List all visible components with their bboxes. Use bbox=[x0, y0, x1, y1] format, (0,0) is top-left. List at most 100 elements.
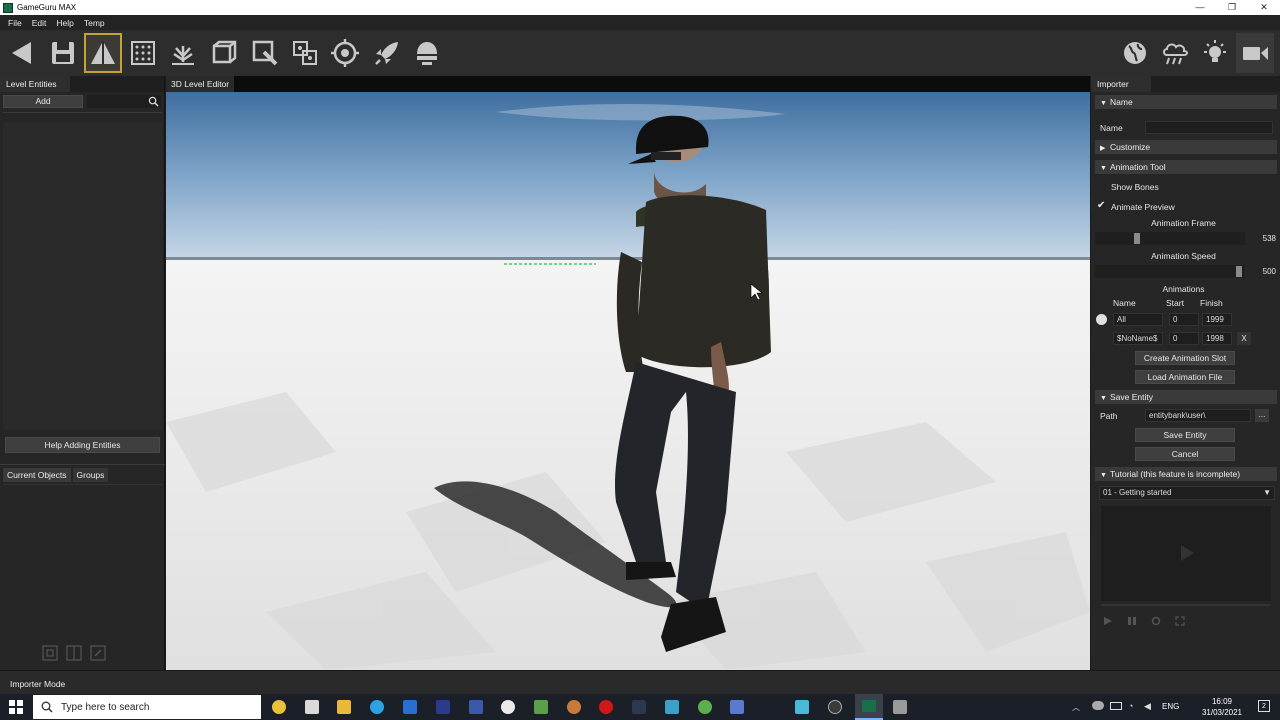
animate-preview-checkbox[interactable]: ✔ bbox=[1097, 200, 1109, 212]
section-save-entity-header[interactable]: ▼ Save Entity bbox=[1095, 390, 1277, 404]
app-gray-icon[interactable] bbox=[893, 700, 907, 714]
file-explorer-icon[interactable] bbox=[337, 700, 351, 714]
path-input[interactable]: entitybank\user\ bbox=[1145, 409, 1251, 422]
battery-icon[interactable] bbox=[1110, 702, 1122, 710]
section-name-header[interactable]: ▼ Name bbox=[1095, 95, 1277, 109]
edit-group-icon[interactable] bbox=[88, 643, 108, 663]
ungroup-icon[interactable] bbox=[64, 643, 84, 663]
obs-icon[interactable] bbox=[828, 700, 842, 714]
taskbar-search[interactable]: Type here to search bbox=[33, 695, 261, 719]
group-icon[interactable] bbox=[40, 643, 60, 663]
animation-start-input[interactable]: 0 bbox=[1169, 332, 1199, 345]
app-x2-icon[interactable] bbox=[469, 700, 483, 714]
markers-button[interactable] bbox=[326, 33, 364, 73]
close-button[interactable]: ✕ bbox=[1248, 0, 1280, 15]
blender-icon[interactable] bbox=[567, 700, 581, 714]
volume-icon[interactable]: ◀ bbox=[1144, 701, 1151, 712]
viewport-3d[interactable]: 3D Level Editor bbox=[166, 76, 1090, 670]
chrome-icon[interactable] bbox=[272, 700, 286, 714]
app-green-icon[interactable] bbox=[698, 700, 712, 714]
record-icon[interactable] bbox=[599, 700, 613, 714]
slider-thumb[interactable] bbox=[1236, 266, 1243, 277]
browse-path-button[interactable]: ... bbox=[1255, 409, 1269, 422]
camera-button[interactable] bbox=[1236, 33, 1274, 73]
unreal-icon[interactable] bbox=[501, 700, 515, 714]
animation-name-input[interactable]: $NoName$ bbox=[1113, 332, 1163, 345]
social-vr-button[interactable] bbox=[408, 33, 446, 73]
app-cyan-icon[interactable] bbox=[795, 700, 809, 714]
paint-grid-button[interactable] bbox=[124, 33, 162, 73]
media-player-icon[interactable] bbox=[305, 700, 319, 714]
objects-button[interactable] bbox=[205, 33, 243, 73]
test-game-button[interactable] bbox=[368, 33, 406, 73]
steam-icon[interactable] bbox=[632, 700, 646, 714]
remove-animation-button[interactable]: X bbox=[1237, 332, 1251, 345]
start-button[interactable] bbox=[0, 694, 32, 720]
scene-render[interactable] bbox=[166, 92, 1090, 670]
language-indicator[interactable]: ENG bbox=[1162, 702, 1179, 711]
search-icon[interactable] bbox=[148, 96, 159, 107]
animation-start-input[interactable]: 0 bbox=[1169, 313, 1199, 326]
slider-thumb[interactable] bbox=[1133, 233, 1140, 244]
weather-button[interactable] bbox=[1156, 33, 1194, 73]
cancel-button[interactable]: Cancel bbox=[1135, 447, 1235, 461]
app-doc-icon[interactable] bbox=[730, 700, 744, 714]
help-adding-entities-button[interactable]: Help Adding Entities bbox=[5, 437, 160, 453]
maximize-button[interactable]: ❐ bbox=[1216, 0, 1248, 15]
skype-icon[interactable] bbox=[370, 700, 384, 714]
tab-groups[interactable]: Groups bbox=[72, 468, 109, 482]
chevron-up-icon[interactable]: ︿ bbox=[1072, 702, 1080, 713]
save-level-button[interactable] bbox=[44, 33, 82, 73]
lighting-button[interactable] bbox=[1196, 33, 1234, 73]
animation-frame-label: Animation Frame bbox=[1151, 218, 1216, 228]
menu-help[interactable]: Help bbox=[56, 18, 73, 28]
video-progress-bar[interactable] bbox=[1101, 604, 1271, 606]
section-tutorial-header[interactable]: ▼ Tutorial (this feature is incomplete) bbox=[1095, 467, 1277, 481]
animation-frame-slider[interactable] bbox=[1095, 232, 1245, 245]
fullscreen-icon[interactable] bbox=[1175, 616, 1185, 626]
animation-finish-input[interactable]: 1999 bbox=[1202, 313, 1232, 326]
app-blue-icon[interactable] bbox=[665, 700, 679, 714]
animation-finish-input[interactable]: 1998 bbox=[1202, 332, 1232, 345]
name-input[interactable] bbox=[1145, 121, 1273, 134]
tab-3d-level-editor[interactable]: 3D Level Editor bbox=[166, 76, 235, 92]
entity-list[interactable] bbox=[3, 122, 162, 430]
maps-icon[interactable] bbox=[403, 700, 417, 714]
environment-button[interactable] bbox=[1116, 33, 1154, 73]
section-customize-header[interactable]: ▶ Customize bbox=[1095, 140, 1277, 154]
pause-icon[interactable] bbox=[1127, 616, 1137, 626]
app-x-icon[interactable] bbox=[436, 700, 450, 714]
show-bones-checkbox[interactable] bbox=[1099, 181, 1109, 191]
animation-name-input[interactable]: All bbox=[1113, 313, 1163, 326]
edit-entity-button[interactable] bbox=[246, 33, 284, 73]
radio-button-selected[interactable] bbox=[1096, 314, 1107, 325]
gameguru-taskbar-button[interactable] bbox=[855, 694, 883, 720]
load-animation-file-button[interactable]: Load Animation File bbox=[1135, 370, 1235, 384]
cloud-icon[interactable] bbox=[1092, 701, 1104, 710]
animation-speed-slider[interactable] bbox=[1095, 265, 1245, 278]
back-button[interactable] bbox=[3, 33, 41, 73]
loop-icon[interactable] bbox=[1151, 616, 1161, 626]
create-animation-slot-button[interactable]: Create Animation Slot bbox=[1135, 351, 1235, 365]
notepad-icon[interactable] bbox=[534, 700, 548, 714]
waypoints-button[interactable] bbox=[286, 33, 324, 73]
tab-level-entities[interactable]: Level Entities bbox=[0, 76, 70, 92]
notifications-icon[interactable]: 2 bbox=[1258, 700, 1270, 712]
minimize-button[interactable]: — bbox=[1184, 0, 1216, 15]
tab-importer[interactable]: Importer bbox=[1091, 76, 1151, 92]
tutorial-select[interactable]: 01 - Getting started ▼ bbox=[1099, 486, 1275, 500]
vegetation-button[interactable] bbox=[164, 33, 202, 73]
animations-title: Animations bbox=[1162, 284, 1205, 294]
section-animation-tool-header[interactable]: ▼ Animation Tool bbox=[1095, 160, 1277, 174]
menu-edit[interactable]: Edit bbox=[32, 18, 47, 28]
play-icon[interactable] bbox=[1103, 616, 1113, 626]
add-entity-button[interactable]: Add bbox=[3, 95, 83, 108]
menu-temp[interactable]: Temp bbox=[84, 18, 105, 28]
tab-current-objects[interactable]: Current Objects bbox=[3, 468, 71, 482]
terrain-sculpt-button[interactable] bbox=[84, 33, 122, 73]
network-icon[interactable]: ◔ bbox=[1128, 701, 1133, 711]
tutorial-video[interactable] bbox=[1101, 506, 1271, 601]
clock[interactable]: 16:09 31/03/2021 bbox=[1202, 696, 1242, 718]
save-entity-button[interactable]: Save Entity bbox=[1135, 428, 1235, 442]
menu-file[interactable]: File bbox=[8, 18, 22, 28]
